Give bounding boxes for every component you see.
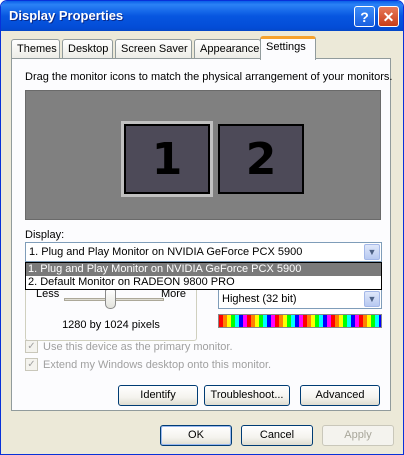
close-button[interactable]: ✕ [378,6,399,27]
instruction-text: Drag the monitor icons to match the phys… [25,71,393,83]
checkmark-icon: ✓ [25,340,38,353]
monitor-1-icon[interactable]: 1 [121,121,213,197]
display-select[interactable]: 1. Plug and Play Monitor on NVIDIA GeFor… [25,242,382,262]
ok-button[interactable]: OK [160,425,232,446]
primary-monitor-label: Use this device as the primary monitor. [43,340,233,353]
chevron-down-icon[interactable]: ▼ [364,244,380,260]
tab-settings[interactable]: Settings [260,36,316,60]
troubleshoot-button[interactable]: Troubleshoot... [204,385,290,406]
color-quality-value: Highest (32 bit) [222,293,297,305]
title-bar[interactable]: Display Properties ? ✕ [1,1,403,31]
window-title: Display Properties [9,8,124,23]
extend-desktop-label: Extend my Windows desktop onto this moni… [43,358,272,371]
monitor-arrangement-area: 1 2 [25,90,381,220]
color-spectrum-bar [218,314,382,328]
display-dropdown-list: 1. Plug and Play Monitor on NVIDIA GeFor… [25,262,382,290]
display-select-value: 1. Plug and Play Monitor on NVIDIA GeFor… [29,246,303,258]
resolution-slider-thumb[interactable] [105,289,116,309]
identify-button[interactable]: Identify [118,385,198,406]
tab-appearance[interactable]: Appearance [194,39,261,59]
primary-monitor-checkbox[interactable]: ✓ Use this device as the primary monitor… [25,340,233,353]
color-quality-select[interactable]: Highest (32 bit) ▼ [218,289,382,309]
display-properties-window: Display Properties ? ✕ Themes Desktop Sc… [0,0,404,455]
advanced-button[interactable]: Advanced [300,385,380,406]
help-icon: ? [360,8,369,25]
apply-button[interactable]: Apply [322,425,394,446]
cancel-button[interactable]: Cancel [241,425,313,446]
close-icon: ✕ [382,8,395,25]
tab-desktop[interactable]: Desktop [62,39,113,59]
help-button[interactable]: ? [354,6,375,27]
checkmark-icon: ✓ [25,358,38,371]
dropdown-option-monitor-2[interactable]: 2. Default Monitor on RADEON 9800 PRO [26,276,381,289]
dropdown-option-monitor-1[interactable]: 1. Plug and Play Monitor on NVIDIA GeFor… [26,263,381,276]
resolution-value: 1280 by 1024 pixels [62,319,160,331]
tab-themes[interactable]: Themes [11,39,60,59]
settings-panel: Drag the monitor icons to match the phys… [11,58,393,411]
chevron-down-icon[interactable]: ▼ [364,291,380,307]
tab-screen-saver[interactable]: Screen Saver [115,39,192,59]
display-label: Display: [25,229,65,241]
monitor-2-icon[interactable]: 2 [218,124,304,194]
extend-desktop-checkbox[interactable]: ✓ Extend my Windows desktop onto this mo… [25,358,271,371]
